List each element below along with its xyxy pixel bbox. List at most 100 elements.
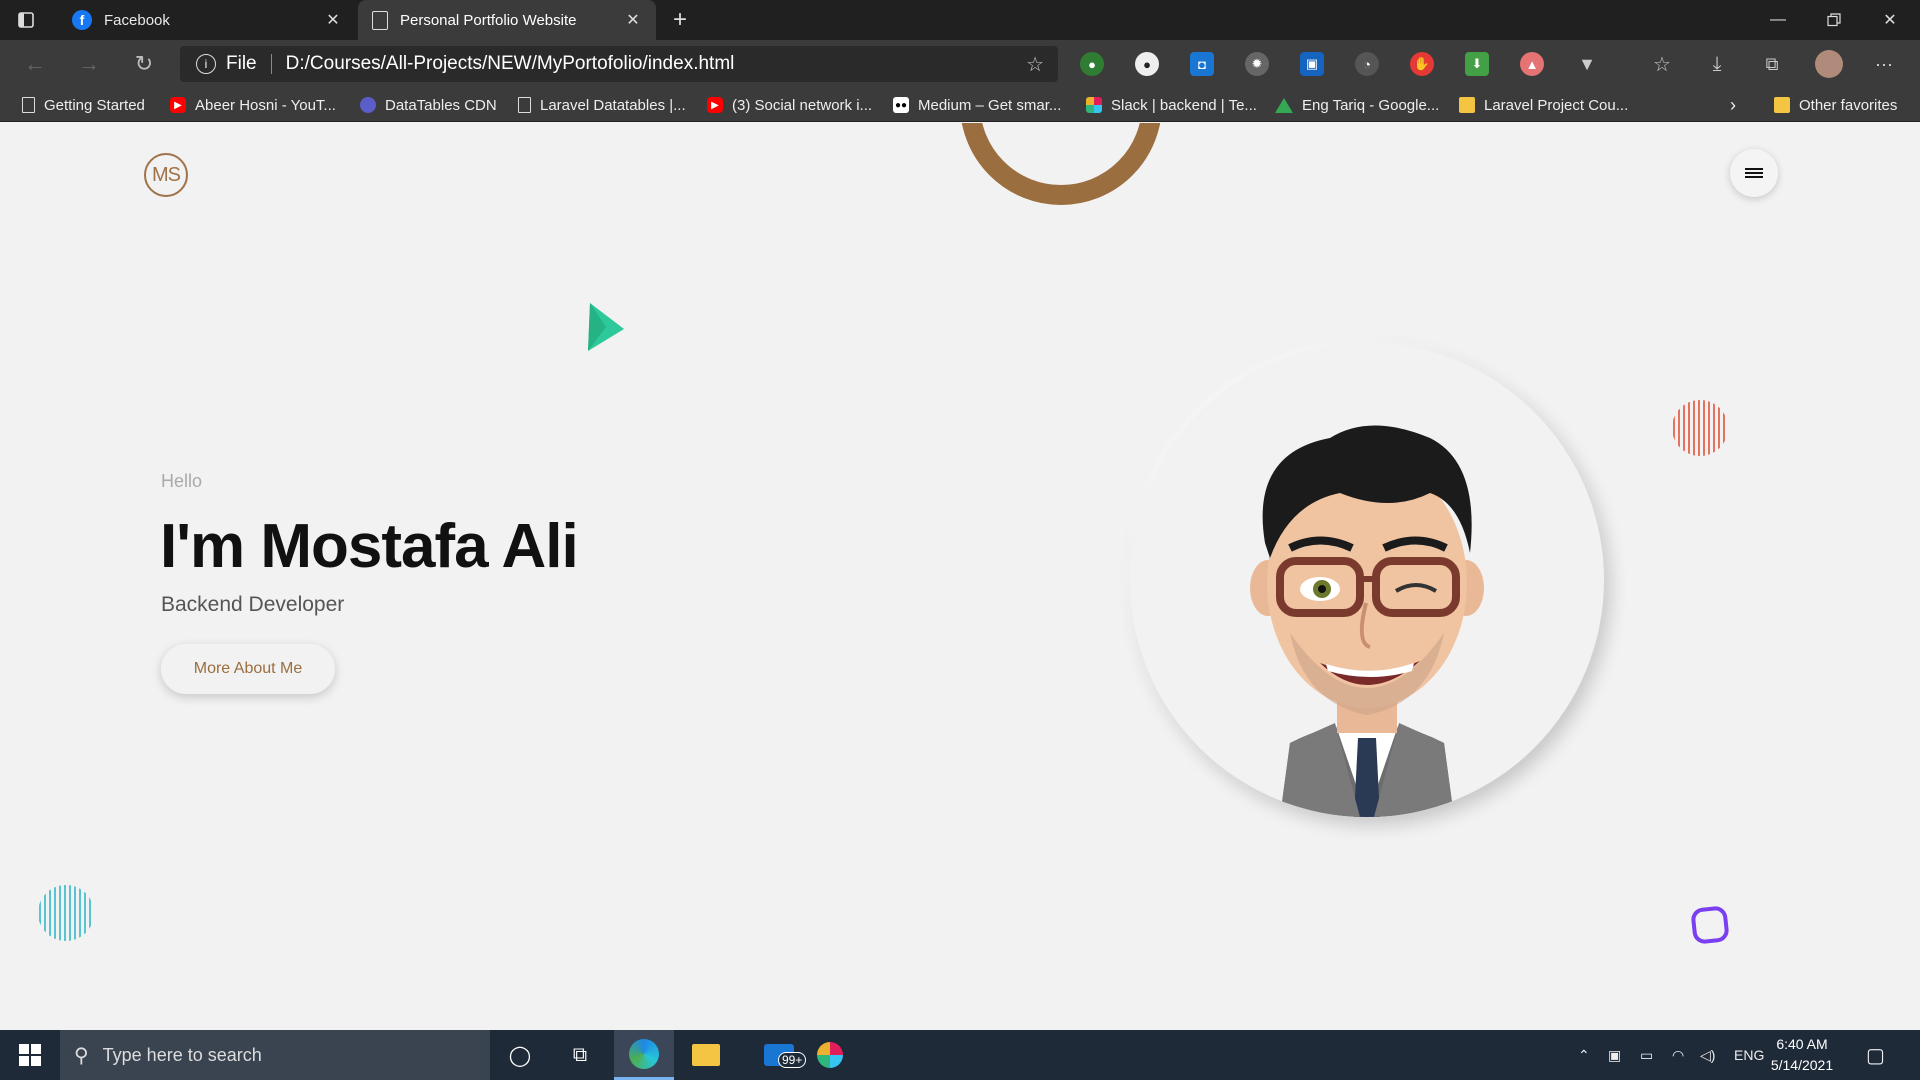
minimize-button[interactable]: —	[1750, 0, 1806, 40]
downloads-icon[interactable]: ⤓	[1705, 52, 1729, 76]
restore-button[interactable]	[1806, 0, 1862, 40]
hero-name: I'm Mostafa Ali	[160, 512, 579, 581]
bookmark-item[interactable]: Eng Tariq - Google...	[1275, 94, 1439, 116]
bookmark-label: Abeer Hosni - YouT...	[195, 96, 336, 114]
extension-icon[interactable]: ✹	[1245, 52, 1269, 76]
youtube-icon: ▶	[170, 97, 186, 113]
close-window-button[interactable]: ✕	[1862, 0, 1918, 40]
add-favorite-icon[interactable]: ☆	[1026, 52, 1044, 77]
file-explorer-icon[interactable]	[676, 1030, 736, 1080]
info-icon[interactable]: i	[196, 54, 216, 74]
bookmark-label: Eng Tariq - Google...	[1302, 96, 1440, 114]
address-scheme-label: File	[226, 53, 257, 74]
slack-app-icon[interactable]	[800, 1030, 860, 1080]
tab-actions-icon[interactable]	[14, 8, 38, 32]
chevron-right-icon[interactable]: ›	[1730, 94, 1736, 116]
bookmark-label: Slack | backend | Te...	[1111, 96, 1257, 114]
clock-time: 6:40 AM	[1776, 1036, 1828, 1052]
avatar-illustration	[1250, 425, 1484, 817]
refresh-icon[interactable]: ↻	[129, 50, 159, 78]
other-favorites[interactable]: Other favorites	[1774, 94, 1897, 116]
datatables-icon	[360, 97, 376, 113]
profile-avatar[interactable]	[1815, 50, 1843, 78]
battery-icon[interactable]: ▭	[1640, 1030, 1653, 1080]
menu-icon	[1745, 166, 1763, 180]
bookmark-item[interactable]: ▶ (3) Social network i...	[707, 94, 872, 116]
more-about-me-button[interactable]: More About Me	[161, 644, 335, 694]
task-view-icon[interactable]: ⧉	[550, 1030, 610, 1080]
page-icon	[518, 97, 531, 113]
decorative-striped-circle	[1673, 400, 1725, 456]
search-icon: ⚲	[74, 1044, 89, 1067]
extension-icon[interactable]: ●	[1135, 52, 1159, 76]
forward-icon[interactable]: →	[74, 50, 104, 78]
extension-icon[interactable]: ●	[1080, 52, 1104, 76]
site-logo[interactable]: MS	[144, 153, 188, 197]
bookmark-item[interactable]: Getting Started	[22, 94, 145, 116]
bookmark-item[interactable]: Slack | backend | Te...	[1086, 94, 1257, 116]
collections-icon[interactable]: ⧉	[1760, 52, 1784, 76]
page-viewport: MS Hello I'm Mostafa Ali Backend Develop…	[0, 123, 1920, 1030]
bookmark-label: Getting Started	[44, 96, 145, 114]
youtube-icon: ▶	[707, 97, 723, 113]
bookmark-item[interactable]: DataTables CDN	[360, 94, 497, 116]
decorative-rounded-square	[1691, 906, 1729, 944]
extension-icon[interactable]: ◔	[1355, 52, 1379, 76]
show-hidden-icons[interactable]: ⌃	[1578, 1030, 1590, 1080]
windows-update-icon[interactable]: ▣	[1608, 1030, 1621, 1080]
close-tab-icon[interactable]: ✕	[622, 10, 644, 30]
extension-icon[interactable]: ▲	[1520, 52, 1544, 76]
extension-icon[interactable]: ✋	[1410, 52, 1434, 76]
bookmark-label: Laravel Project Cou...	[1484, 96, 1629, 114]
edge-browser-icon[interactable]	[614, 1030, 674, 1080]
bookmark-item[interactable]: Laravel Datatables |...	[518, 94, 686, 116]
address-url[interactable]: D:/Courses/All-Projects/NEW/MyPortofolio…	[286, 53, 1026, 75]
tab-title: Facebook	[104, 11, 170, 29]
cortana-icon[interactable]: ◯	[490, 1030, 550, 1080]
network-icon[interactable]: ◠	[1672, 1030, 1684, 1080]
more-options-icon[interactable]: ···	[1872, 52, 1896, 76]
facebook-icon: f	[72, 10, 92, 30]
system-clock[interactable]: 6:40 AM 5/14/2021	[1764, 1034, 1840, 1076]
clock-date: 5/14/2021	[1770, 1057, 1834, 1073]
extension-icon[interactable]: ▼	[1575, 52, 1599, 76]
bookmark-label: Medium – Get smar...	[918, 96, 1062, 114]
hero-greeting: Hello	[161, 471, 203, 491]
drive-icon	[1275, 97, 1293, 113]
medium-icon: ●●	[893, 97, 909, 113]
tab-portfolio[interactable]: Personal Portfolio Website ✕	[358, 0, 656, 40]
windows-logo-icon	[19, 1044, 41, 1066]
address-separator	[270, 54, 272, 74]
new-tab-button[interactable]: +	[666, 6, 694, 34]
extension-icon[interactable]: ▣	[1300, 52, 1324, 76]
taskbar-search[interactable]: ⚲ Type here to search	[60, 1030, 490, 1080]
decorative-triangle	[588, 303, 624, 351]
hamburger-menu-button[interactable]	[1730, 149, 1778, 197]
bookmark-item[interactable]: Laravel Project Cou...	[1459, 94, 1628, 116]
profile-photo-frame	[1130, 343, 1604, 817]
bookmark-item[interactable]: ●● Medium – Get smar...	[893, 94, 1061, 116]
tab-facebook[interactable]: f Facebook ✕	[60, 0, 356, 40]
language-indicator[interactable]: ENG	[1734, 1030, 1764, 1080]
volume-icon[interactable]: ◁)	[1700, 1030, 1715, 1080]
decorative-ring	[960, 123, 1162, 205]
page-icon	[372, 10, 388, 30]
back-icon[interactable]: ←	[20, 50, 50, 78]
notifications-icon[interactable]: ▢	[1866, 1030, 1885, 1080]
slack-icon	[1086, 97, 1102, 113]
windows-start-button[interactable]	[0, 1030, 60, 1080]
close-tab-icon[interactable]: ✕	[322, 10, 344, 30]
favorites-icon[interactable]: ☆	[1650, 52, 1674, 76]
windows-taskbar: ⚲ Type here to search ◯ ⧉ 99+ ⌃ ▣ ▭ ◠ ◁)…	[0, 1030, 1920, 1080]
search-placeholder: Type here to search	[102, 1044, 262, 1065]
decorative-striped-circle	[39, 885, 91, 941]
address-bar[interactable]: i File D:/Courses/All-Projects/NEW/MyPor…	[180, 46, 1058, 82]
folder-icon	[1774, 97, 1790, 113]
bookmark-item[interactable]: ▶ Abeer Hosni - YouT...	[170, 94, 336, 116]
browser-tab-bar: f Facebook ✕ Personal Portfolio Website …	[0, 0, 1920, 40]
bookmark-label: (3) Social network i...	[732, 96, 873, 114]
extension-icon[interactable]: ◘	[1190, 52, 1214, 76]
folder-icon	[1459, 97, 1475, 113]
extension-icon[interactable]: ⬇	[1465, 52, 1489, 76]
browser-toolbar: ← → ↻ i File D:/Courses/All-Projects/NEW…	[0, 40, 1920, 88]
